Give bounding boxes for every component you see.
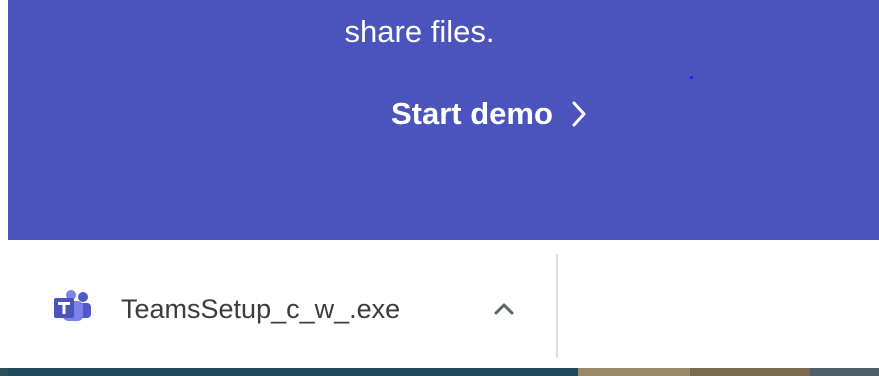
promo-text: share files. xyxy=(344,14,495,49)
teams-promo-banner: share files. Start demo xyxy=(8,0,879,240)
taskbar-segment xyxy=(8,368,578,376)
taskbar-segment xyxy=(578,368,690,376)
microsoft-teams-icon xyxy=(52,290,92,324)
taskbar-segment xyxy=(690,368,810,376)
start-demo-label: Start demo xyxy=(391,96,553,131)
taskbar-edge xyxy=(0,368,879,376)
taskbar-segment xyxy=(810,368,879,376)
shelf-divider xyxy=(556,254,558,358)
window-edge xyxy=(0,0,8,376)
screen-artifact xyxy=(690,76,693,79)
start-demo-button[interactable]: Start demo xyxy=(391,92,591,136)
screen: share files. Start demo TeamsSetup_c_w_.… xyxy=(0,0,879,376)
chevron-right-icon xyxy=(567,99,591,129)
download-shelf: TeamsSetup_c_w_.exe xyxy=(8,240,879,368)
download-file-name: TeamsSetup_c_w_.exe xyxy=(121,294,401,324)
download-item[interactable]: TeamsSetup_c_w_.exe xyxy=(8,254,556,358)
chevron-up-icon[interactable] xyxy=(486,292,522,326)
